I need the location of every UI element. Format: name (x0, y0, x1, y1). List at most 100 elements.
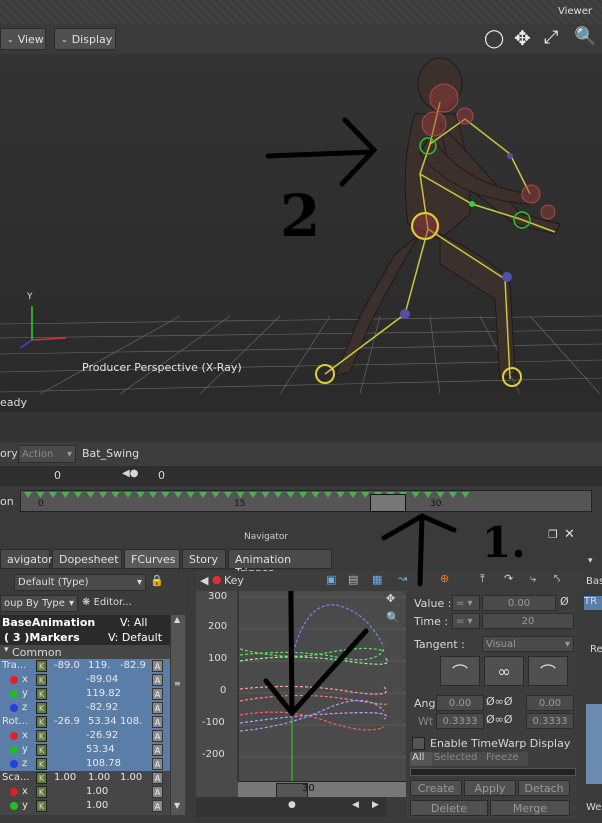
key-button[interactable]: K (36, 772, 47, 784)
fcurve[interactable] (239, 699, 385, 732)
anim-button[interactable]: A (152, 688, 163, 700)
lock-icon[interactable]: 🔒 (150, 574, 164, 587)
anim-button[interactable]: A (152, 758, 163, 770)
timeline-key-marker[interactable] (461, 492, 470, 498)
timeline-key-marker[interactable] (349, 492, 357, 498)
timeline-key-marker[interactable] (361, 492, 370, 498)
value-op-select[interactable]: = ▾ (452, 595, 480, 611)
base-animation-row[interactable]: BaseAnimation V: All (0, 615, 170, 630)
property-row[interactable]: x K -89.04 A (0, 673, 170, 687)
anim-button[interactable]: A (152, 786, 163, 798)
group-select[interactable]: oup By Type ▾ (0, 595, 78, 612)
timeline-key-marker[interactable] (274, 492, 282, 498)
tangent-flat-button[interactable]: ⌒ (528, 656, 568, 686)
action-select[interactable]: Action ▾ (18, 445, 76, 463)
timeline-key-marker[interactable] (436, 492, 445, 498)
timeline-key-marker[interactable] (286, 492, 295, 498)
anim-button[interactable]: A (152, 772, 163, 784)
common-group[interactable]: ▾ Common (0, 645, 170, 659)
key-button[interactable]: K (36, 702, 47, 714)
anim-button[interactable]: A (152, 716, 163, 728)
anim-button[interactable]: A (152, 744, 163, 756)
timeline-key-marker[interactable] (236, 492, 245, 498)
nav-dot-icon[interactable]: ● (288, 800, 296, 810)
timeline-key-marker[interactable] (74, 492, 82, 498)
timeline-key-marker[interactable] (211, 492, 220, 498)
timeline-key-marker[interactable] (411, 492, 420, 498)
key-button[interactable]: K (36, 730, 47, 742)
time-field[interactable]: 20 (482, 613, 574, 629)
timeline-key-marker[interactable] (249, 492, 257, 498)
property-row[interactable]: Tra... K -89.0 119. -82.9 A (0, 659, 170, 673)
chevron-down-icon[interactable]: ▾ (588, 556, 593, 566)
property-row[interactable]: z K 108.78 A (0, 757, 170, 771)
tangent-broken-button[interactable]: ∞ (484, 656, 524, 686)
ang-right-field[interactable]: 0.00 (526, 695, 574, 711)
flat-tangent-icon[interactable]: ⤣ (554, 572, 560, 586)
close-icon[interactable]: ✕ (564, 527, 575, 542)
view-menu[interactable]: ⌄ View (0, 28, 46, 50)
timeline-key-marker[interactable] (111, 492, 120, 498)
tab-story[interactable]: Story (182, 549, 226, 569)
dolly-icon[interactable]: ⤢ (544, 27, 558, 48)
side-tr-field[interactable]: TR (584, 596, 602, 610)
value-lock-icon[interactable]: Ø (560, 595, 569, 608)
property-row[interactable]: z K -82.92 A (0, 701, 170, 715)
frame-selection-icon[interactable]: ▤ (348, 573, 358, 586)
timeline-key-marker[interactable] (424, 492, 432, 498)
timeline-key-marker[interactable] (136, 492, 145, 498)
key-button[interactable]: K (36, 674, 47, 686)
smooth-tangent-icon[interactable]: ↷ (504, 572, 513, 585)
display-menu[interactable]: ⌄ Display (54, 28, 116, 50)
play-icon[interactable]: ◀● (122, 468, 138, 479)
prev-key-icon[interactable]: ◀ (200, 574, 208, 587)
timewarp-checkbox[interactable] (412, 737, 425, 750)
timeline-key-marker[interactable] (324, 492, 332, 498)
key-button[interactable]: K (36, 786, 47, 798)
property-row[interactable]: y K 119.82 A (0, 687, 170, 701)
time-op-select[interactable]: = ▾ (452, 613, 480, 629)
timeline-key-marker[interactable] (61, 492, 70, 498)
filter-selected[interactable]: Selected (432, 752, 484, 766)
filter-all[interactable]: All (410, 752, 432, 766)
timeline-key-marker[interactable] (336, 492, 345, 498)
tab-animation-trigger[interactable]: Animation Trigger (228, 549, 332, 579)
tab-fcurves[interactable]: FCurves (124, 549, 180, 569)
graph-time-ruler[interactable]: 30 (238, 781, 406, 797)
timeline-key-marker[interactable] (186, 492, 195, 498)
linear-tangent-icon[interactable]: ⤷ (530, 572, 536, 586)
value-field[interactable]: 0.00 (482, 595, 556, 611)
property-row[interactable]: y K 1.00 A (0, 799, 170, 813)
property-scrollbar[interactable]: ▲ ≡ ▼ (170, 615, 185, 815)
timeline-key-marker[interactable] (99, 492, 107, 498)
anim-button[interactable]: A (152, 800, 163, 812)
property-row[interactable]: Sca... K 1.00 1.00 1.00 A (0, 771, 170, 785)
timeline-key-marker[interactable] (449, 492, 457, 498)
pan-icon[interactable]: ✥ (386, 592, 395, 605)
fcurve[interactable] (239, 694, 387, 705)
fcurve[interactable] (239, 647, 385, 657)
pan-icon[interactable]: ✥ (514, 26, 531, 50)
filter-slider[interactable] (410, 768, 576, 776)
scroll-up-icon[interactable]: ▲ (174, 615, 180, 624)
ang-left-field[interactable]: 0.00 (436, 695, 484, 711)
timeline-key-marker[interactable] (311, 492, 320, 498)
key-button[interactable]: K (36, 744, 47, 756)
key-button[interactable]: K (36, 660, 47, 672)
timeline-key-marker[interactable] (161, 492, 170, 498)
apply-button[interactable]: Apply (464, 780, 516, 796)
frame-all-icon[interactable]: ▣ (326, 573, 336, 586)
timeline-key-marker[interactable] (149, 492, 157, 498)
timeline-key-marker[interactable] (24, 492, 32, 498)
tangent-select[interactable]: Visual ▾ (482, 636, 574, 652)
wt-right-field[interactable]: 0.3333 (526, 713, 574, 729)
wt-link-icon[interactable]: Ø∞Ø (486, 713, 512, 726)
ang-link-icon[interactable]: Ø∞Ø (486, 695, 512, 708)
key-button[interactable]: K (36, 758, 47, 770)
anim-button[interactable]: A (152, 702, 163, 714)
timeline[interactable]: on 0 15 30 (0, 486, 602, 514)
timeline-key-marker[interactable] (49, 492, 57, 498)
delete-button[interactable]: Delete (410, 800, 488, 816)
key-button[interactable]: K (36, 716, 47, 728)
type-select[interactable]: Default (Type) ▾ (14, 574, 146, 591)
